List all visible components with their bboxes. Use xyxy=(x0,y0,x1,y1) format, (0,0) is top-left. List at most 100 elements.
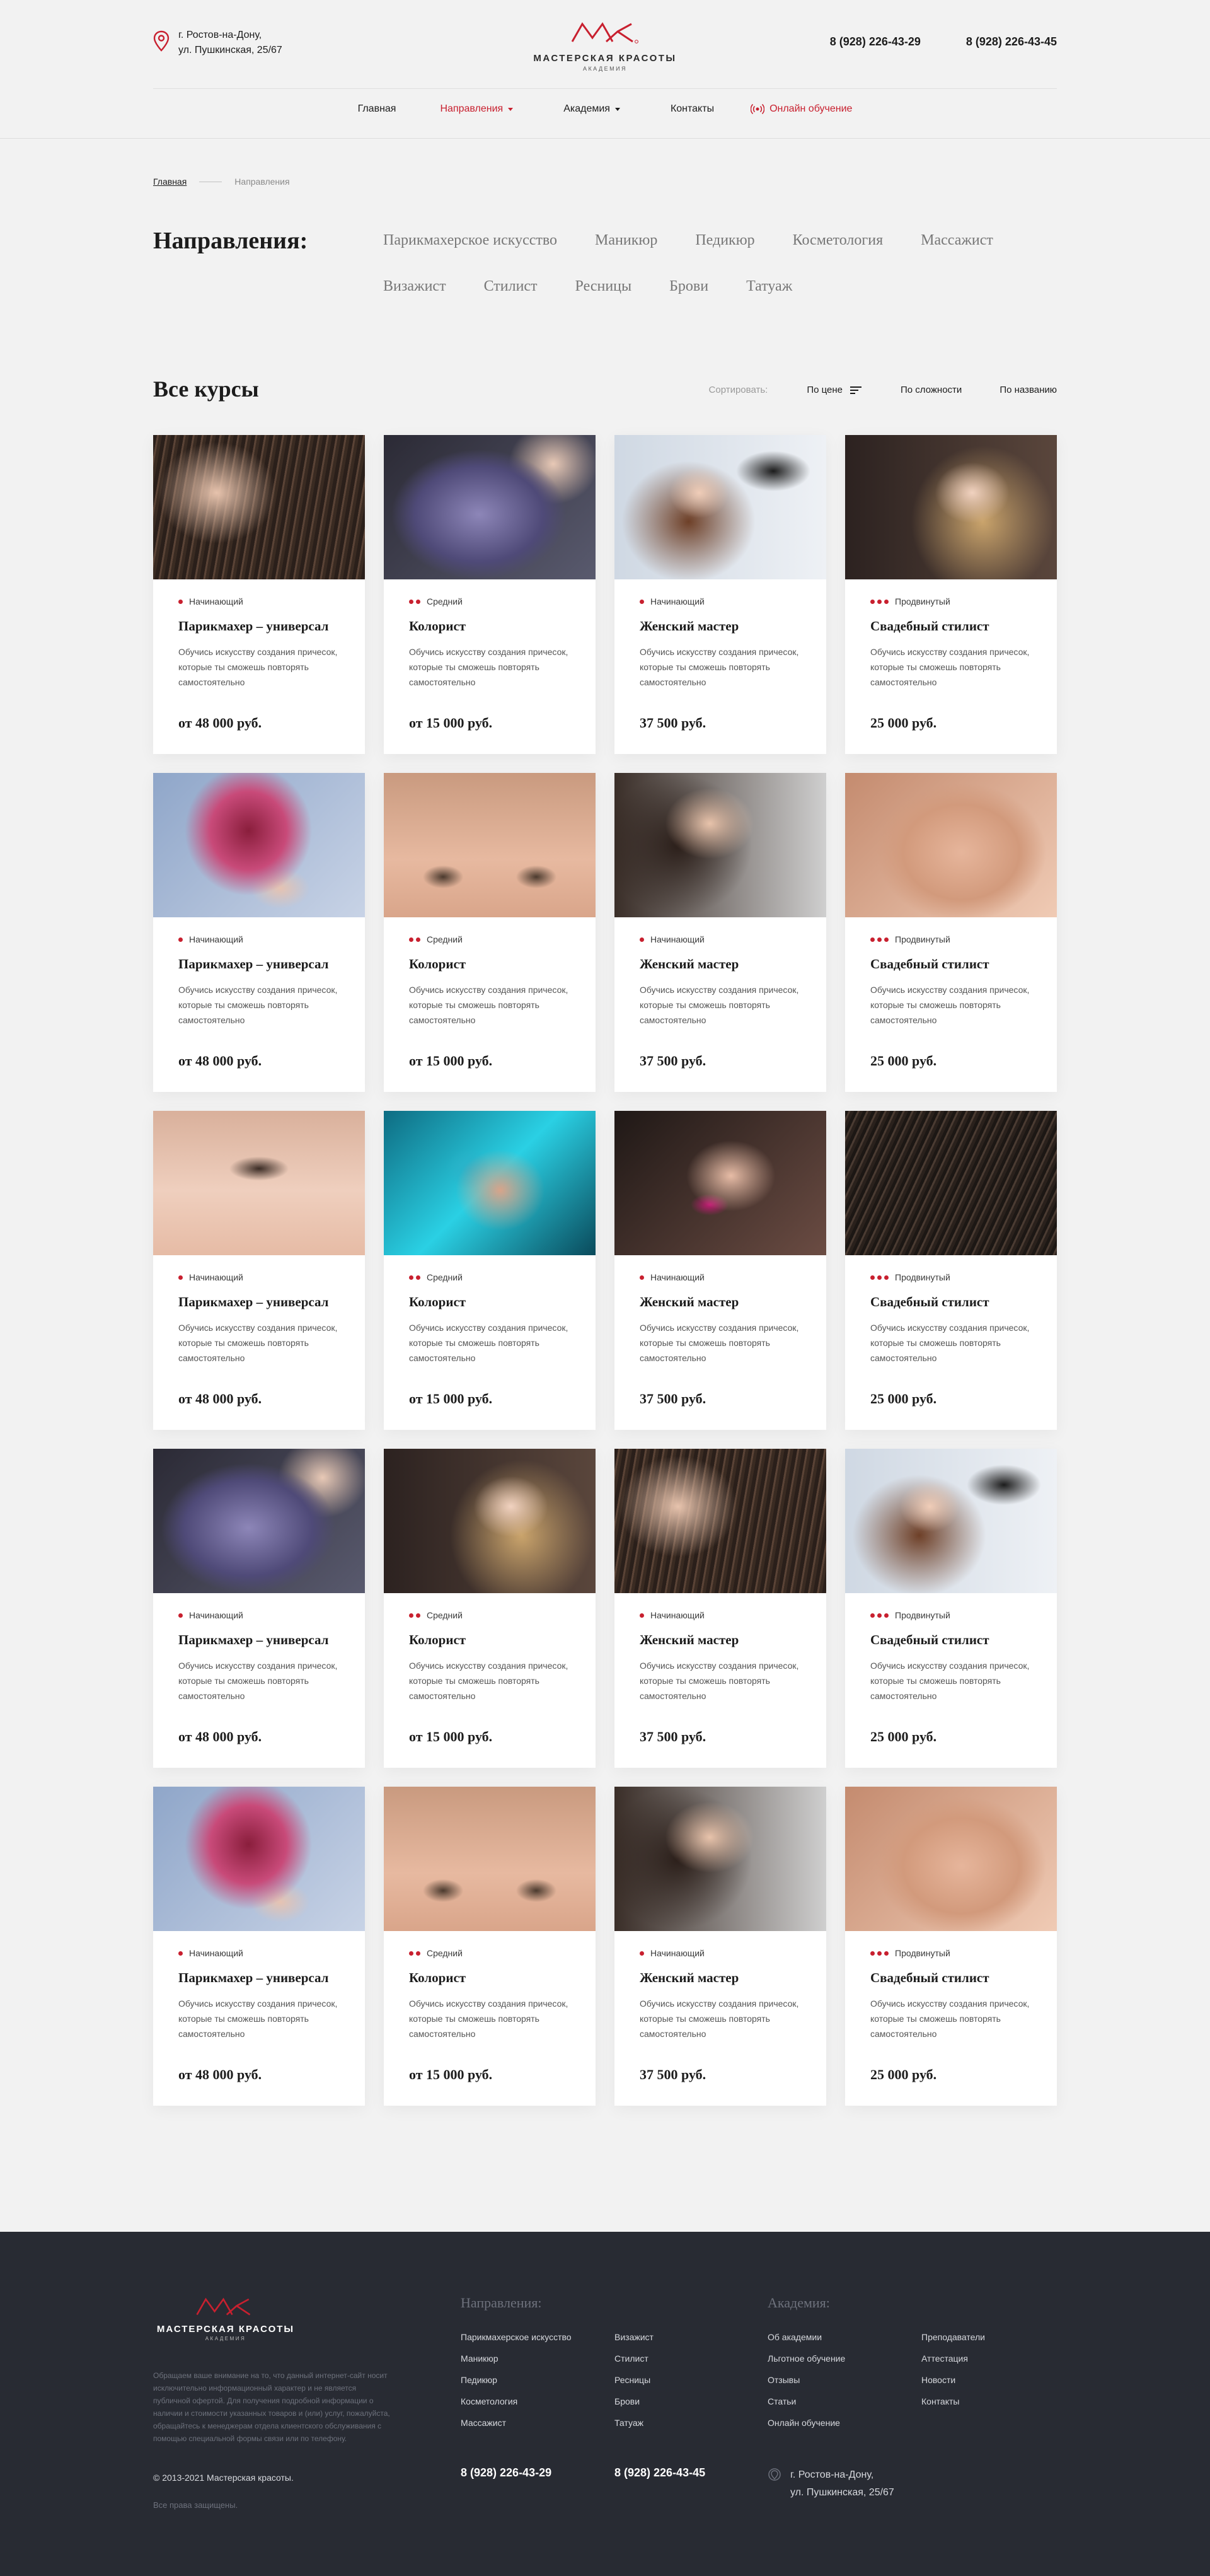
footer-phone-2[interactable]: 8 (928) 226-43-45 xyxy=(614,2466,705,2480)
direction-pedicure[interactable]: Педикюр xyxy=(695,232,754,249)
site-logo[interactable]: МАСТЕРСКАЯ КРАСОТЫ АКАДЕМИЯ xyxy=(523,19,687,72)
course-title[interactable]: Колорист xyxy=(409,618,570,634)
breadcrumb-home[interactable]: Главная xyxy=(153,177,187,187)
course-title[interactable]: Женский мастер xyxy=(640,618,801,634)
course-title[interactable]: Парикмахер – универсал xyxy=(178,1294,340,1310)
course-title[interactable]: Колорист xyxy=(409,1632,570,1648)
course-title[interactable]: Свадебный стилист xyxy=(870,618,1032,634)
direction-makeup[interactable]: Визажист xyxy=(383,278,446,295)
course-card[interactable]: Продвинутый Свадебный стилист Обучись иску… xyxy=(845,1787,1057,2106)
direction-manicure[interactable]: Маникюр xyxy=(595,232,657,249)
course-card[interactable]: Продвинутый Свадебный стилист Обучись иску… xyxy=(845,1449,1057,1768)
footer-link[interactable]: Статьи xyxy=(768,2391,845,2412)
course-title[interactable]: Свадебный стилист xyxy=(870,1632,1032,1648)
purple-hair-photo[interactable] xyxy=(153,1449,365,1593)
direction-hairdressing[interactable]: Парикмахерское искусство xyxy=(383,232,557,249)
hair-dryer-photo[interactable] xyxy=(845,1449,1057,1593)
pink-nails-photo[interactable] xyxy=(614,1111,826,1255)
lip-makeup-photo[interactable] xyxy=(614,1787,826,1931)
course-title[interactable]: Парикмахер – универсал xyxy=(178,1632,340,1648)
footer-link[interactable]: Массажист xyxy=(461,2412,572,2434)
direction-brows[interactable]: Брови xyxy=(669,278,708,295)
purple-hair-photo[interactable] xyxy=(384,435,596,579)
nav-online[interactable]: Онлайн обучение xyxy=(751,103,852,115)
nav-academy[interactable]: Академия xyxy=(563,103,620,115)
footer-link[interactable]: Преподаватели xyxy=(921,2326,985,2348)
footer-link[interactable]: Татуаж xyxy=(614,2412,654,2434)
course-title[interactable]: Парикмахер – универсал xyxy=(178,618,340,634)
nav-home[interactable]: Главная xyxy=(358,103,396,115)
colored-bob-photo[interactable] xyxy=(153,773,365,917)
course-card[interactable]: Начинающий Парикмахер – универсал Обучись … xyxy=(153,435,365,754)
haircut-comb-photo[interactable] xyxy=(153,435,365,579)
footer-link[interactable]: Маникюр xyxy=(461,2348,572,2369)
course-title[interactable]: Колорист xyxy=(409,1294,570,1310)
footer-link[interactable]: Брови xyxy=(614,2391,654,2412)
course-title[interactable]: Свадебный стилист xyxy=(870,956,1032,972)
course-title[interactable]: Женский мастер xyxy=(640,1294,801,1310)
footer-link[interactable]: Парикмахерское искусство xyxy=(461,2326,572,2348)
course-card[interactable]: Начинающий Женский мастер Обучись искусств… xyxy=(614,1111,826,1430)
course-card[interactable]: Средний Колорист Обучись искусству создани… xyxy=(384,1449,596,1768)
bride-makeup-photo[interactable] xyxy=(384,1449,596,1593)
lash-extension-photo[interactable] xyxy=(845,773,1057,917)
course-card[interactable]: Начинающий Парикмахер – универсал Обучись … xyxy=(153,773,365,1092)
direction-massage[interactable]: Массажист xyxy=(921,232,993,249)
lash-extension-photo[interactable] xyxy=(845,1787,1057,1931)
course-card[interactable]: Средний Колорист Обучись искусству создани… xyxy=(384,773,596,1092)
course-card[interactable]: Средний Колорист Обучись искусству создани… xyxy=(384,1787,596,2106)
course-title[interactable]: Парикмахер – универсал xyxy=(178,956,340,972)
header-phone-1[interactable]: 8 (928) 226-43-29 xyxy=(830,35,921,49)
course-title[interactable]: Колорист xyxy=(409,956,570,972)
sort-by-price[interactable]: По цене xyxy=(807,385,863,395)
footer-link[interactable]: Ресницы xyxy=(614,2369,654,2391)
nail-art-photo[interactable] xyxy=(384,1111,596,1255)
eyebrows-photo[interactable] xyxy=(384,773,596,917)
course-title[interactable]: Колорист xyxy=(409,1970,570,1986)
footer-link[interactable]: Косметология xyxy=(461,2391,572,2412)
footer-link[interactable]: Контакты xyxy=(921,2391,985,2412)
hair-strands-photo[interactable] xyxy=(845,1111,1057,1255)
course-title[interactable]: Свадебный стилист xyxy=(870,1294,1032,1310)
direction-cosmetology[interactable]: Косметология xyxy=(793,232,883,249)
course-title[interactable]: Женский мастер xyxy=(640,1632,801,1648)
header-phone-2[interactable]: 8 (928) 226-43-45 xyxy=(966,35,1057,49)
hair-dryer-photo[interactable] xyxy=(614,435,826,579)
course-card[interactable]: Начинающий Парикмахер – универсал Обучись … xyxy=(153,1787,365,2106)
footer-link[interactable]: Льготное обучение xyxy=(768,2348,845,2369)
course-card[interactable]: Начинающий Женский мастер Обучись искусств… xyxy=(614,1449,826,1768)
bride-makeup-photo[interactable] xyxy=(845,435,1057,579)
colored-bob-photo[interactable] xyxy=(153,1787,365,1931)
direction-lashes[interactable]: Ресницы xyxy=(575,278,632,295)
footer-link[interactable]: Аттестация xyxy=(921,2348,985,2369)
eyebrows-photo[interactable] xyxy=(384,1787,596,1931)
sort-by-name[interactable]: По названию xyxy=(1000,385,1057,395)
direction-stylist[interactable]: Стилист xyxy=(484,278,538,295)
nav-directions[interactable]: Направления xyxy=(440,103,514,115)
footer-phone-1[interactable]: 8 (928) 226-43-29 xyxy=(461,2466,551,2480)
lash-brush-photo[interactable] xyxy=(153,1111,365,1255)
footer-link[interactable]: Визажист xyxy=(614,2326,654,2348)
direction-tattoo[interactable]: Татуаж xyxy=(746,278,792,295)
course-card[interactable]: Начинающий Парикмахер – универсал Обучись … xyxy=(153,1111,365,1430)
footer-link[interactable]: Новости xyxy=(921,2369,985,2391)
footer-link[interactable]: Педикюр xyxy=(461,2369,572,2391)
footer-logo[interactable]: МАСТЕРСКАЯ КРАСОТЫ АКАДЕМИЯ xyxy=(153,2295,298,2341)
course-card[interactable]: Начинающий Парикмахер – универсал Обучись … xyxy=(153,1449,365,1768)
course-title[interactable]: Женский мастер xyxy=(640,1970,801,1986)
course-card[interactable]: Продвинутый Свадебный стилист Обучись иску… xyxy=(845,773,1057,1092)
course-card[interactable]: Начинающий Женский мастер Обучись искусств… xyxy=(614,773,826,1092)
haircut-comb-photo[interactable] xyxy=(614,1449,826,1593)
footer-link[interactable]: Онлайн обучение xyxy=(768,2412,845,2434)
course-title[interactable]: Парикмахер – универсал xyxy=(178,1970,340,1986)
course-title[interactable]: Свадебный стилист xyxy=(870,1970,1032,1986)
course-card[interactable]: Средний Колорист Обучись искусству создани… xyxy=(384,435,596,754)
lip-makeup-photo[interactable] xyxy=(614,773,826,917)
course-card[interactable]: Продвинутый Свадебный стилист Обучись иску… xyxy=(845,435,1057,754)
footer-link[interactable]: Об академии xyxy=(768,2326,845,2348)
course-card[interactable]: Продвинутый Свадебный стилист Обучись иску… xyxy=(845,1111,1057,1430)
course-card[interactable]: Начинающий Женский мастер Обучись искусств… xyxy=(614,1787,826,2106)
sort-by-difficulty[interactable]: По сложности xyxy=(901,385,962,395)
course-title[interactable]: Женский мастер xyxy=(640,956,801,972)
course-card[interactable]: Начинающий Женский мастер Обучись искусств… xyxy=(614,435,826,754)
